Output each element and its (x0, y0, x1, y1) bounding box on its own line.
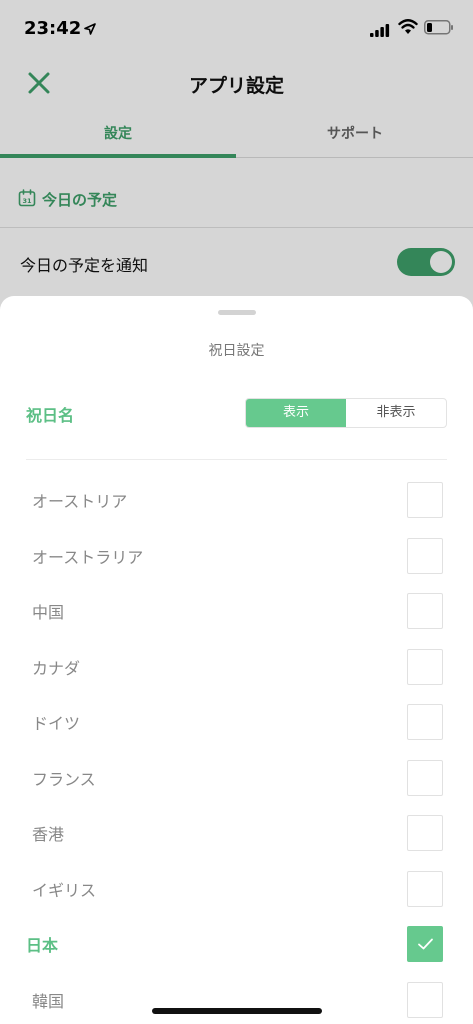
country-row[interactable]: 中国 (0, 583, 473, 639)
country-checkbox[interactable] (407, 648, 443, 685)
country-label: 日本 (26, 936, 59, 955)
country-label: イギリス (32, 880, 97, 900)
home-indicator[interactable] (152, 1008, 322, 1014)
country-label: 韓国 (32, 991, 65, 1011)
country-row[interactable]: 韓国 (0, 972, 473, 1024)
country-checkbox[interactable] (407, 704, 443, 740)
country-row[interactable]: カナダ (0, 639, 473, 695)
country-checkbox[interactable] (407, 926, 443, 962)
country-label: オーストリア (32, 492, 128, 511)
country-checkbox[interactable] (407, 759, 443, 796)
show-hide-segmented-control: 表示 非表示 (245, 398, 447, 428)
segment-show-button[interactable]: 表示 (246, 399, 346, 427)
country-label: オーストラリア (32, 547, 144, 567)
country-checkbox[interactable] (407, 870, 443, 907)
holiday-name-label: 祝日名 (26, 406, 75, 425)
country-row[interactable]: 日本 (0, 916, 473, 972)
holiday-settings-sheet: 祝日設定 祝日名 表示 非表示 オーストリア オーストラリア 中国カナダドイツフラン… (0, 296, 473, 1024)
sheet-title: 祝日設定 (208, 343, 265, 359)
divider (26, 459, 447, 460)
country-label: ドイツ (32, 714, 81, 733)
country-label: フランス (32, 769, 96, 789)
country-row[interactable]: イギリス (0, 861, 473, 917)
country-label: 中国 (32, 603, 65, 622)
country-checkbox[interactable] (407, 593, 443, 629)
holiday-name-row: 祝日名 表示 非表示 (0, 390, 473, 442)
country-row[interactable]: オーストラリア (0, 528, 473, 584)
country-label: カナダ (32, 658, 81, 678)
country-row[interactable]: ドイツ (0, 694, 473, 750)
country-checkbox[interactable] (407, 537, 443, 574)
segment-hide-button[interactable]: 非表示 (346, 399, 446, 427)
country-row[interactable]: オーストリア (0, 472, 473, 528)
checkmark-icon (418, 938, 433, 950)
sheet-grabber[interactable] (218, 310, 256, 315)
country-checkbox[interactable] (407, 981, 443, 1018)
country-label: 香港 (32, 825, 65, 844)
country-checkbox[interactable] (407, 815, 443, 851)
country-checkbox[interactable] (407, 482, 443, 518)
country-list: オーストリア オーストラリア 中国カナダドイツフランス香港イギリス日本韓国 (0, 472, 473, 1024)
country-row[interactable]: 香港 (0, 805, 473, 861)
country-row[interactable]: フランス (0, 750, 473, 806)
